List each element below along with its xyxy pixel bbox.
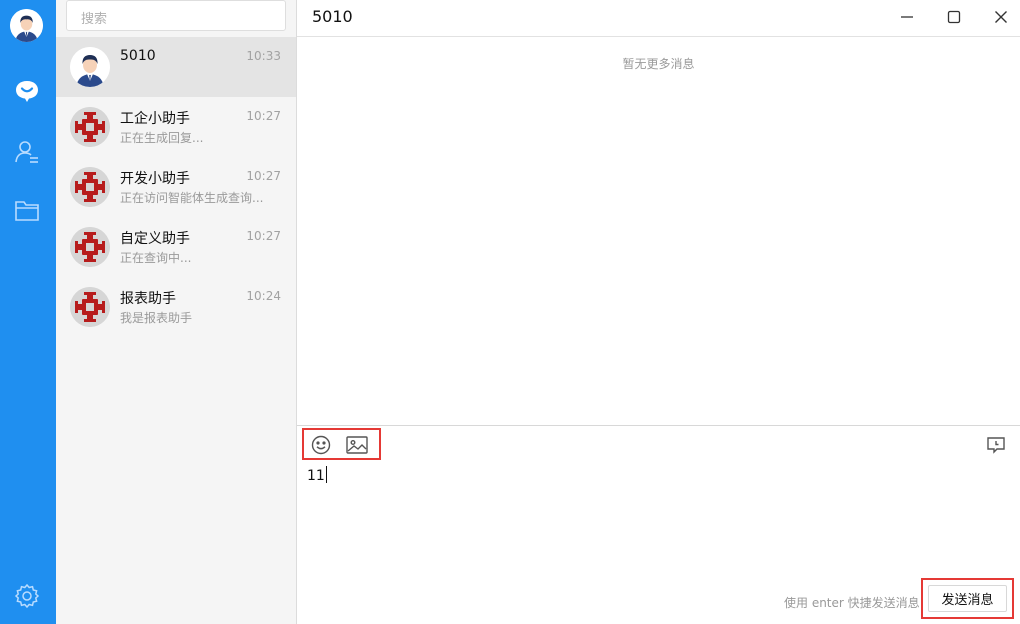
minimize-button[interactable] — [892, 4, 922, 30]
conversation-preview: 我是报表助手 — [120, 311, 193, 325]
image-icon[interactable] — [344, 434, 370, 456]
conversation-item-custom-assistant[interactable]: 自定义助手 正在查询中... 10:27 — [56, 217, 296, 277]
folder-icon[interactable] — [13, 196, 41, 224]
contacts-icon[interactable] — [13, 138, 41, 166]
close-button[interactable] — [986, 4, 1016, 30]
conversation-name: 报表助手 — [120, 291, 176, 307]
message-input[interactable]: 11 — [307, 466, 1007, 586]
conversation-time: 10:27 — [246, 229, 281, 243]
conversation-preview: 正在查询中... — [120, 251, 192, 265]
conversation-name: 5010 — [120, 48, 156, 64]
conversation-preview: 正在访问智能体生成查询... — [120, 191, 264, 205]
no-more-messages-label: 暂无更多消息 — [622, 57, 695, 71]
assistant-logo-icon — [70, 227, 110, 267]
conversation-preview: 正在生成回复... — [120, 131, 204, 145]
text-caret — [325, 466, 327, 483]
assistant-logo-icon — [70, 107, 110, 147]
assistant-logo-icon — [70, 167, 110, 207]
conversation-name: 自定义助手 — [120, 231, 190, 247]
left-navigation-rail — [0, 0, 56, 624]
conversation-time: 10:27 — [246, 109, 281, 123]
assistant-logo-icon — [70, 287, 110, 327]
message-area[interactable]: 暂无更多消息 — [297, 37, 1020, 425]
conversation-item-report-assistant[interactable]: 报表助手 我是报表助手 10:24 — [56, 277, 296, 337]
conversation-time: 10:24 — [246, 289, 281, 303]
conversation-name: 工企小助手 — [120, 111, 190, 127]
conversation-name: 开发小助手 — [120, 171, 190, 187]
maximize-button[interactable] — [939, 4, 969, 30]
send-shortcut-hint: 使用 enter 快捷发送消息 — [784, 596, 920, 610]
chat-panel: 5010 暂无更多消息 11 使用 enter 快捷发送消息 发送消息 — [297, 0, 1020, 624]
gear-icon[interactable] — [13, 582, 41, 610]
composer-toolbar-highlight — [302, 428, 381, 460]
message-composer: 11 使用 enter 快捷发送消息 发送消息 — [297, 425, 1020, 624]
conversation-item-5010[interactable]: 5010 10:33 — [56, 37, 296, 97]
conversation-item-gongqi-assistant[interactable]: 工企小助手 正在生成回复... 10:27 — [56, 97, 296, 157]
chat-bubble-icon[interactable] — [13, 77, 41, 105]
message-input-value: 11 — [307, 468, 325, 484]
search-placeholder: 搜索 — [81, 12, 108, 27]
emoji-icon[interactable] — [308, 434, 334, 456]
conversation-item-dev-assistant[interactable]: 开发小助手 正在访问智能体生成查询... 10:27 — [56, 157, 296, 217]
send-button-highlight: 发送消息 — [921, 578, 1014, 619]
conversation-list-panel: 搜索 5010 10:33 工企小助手 正在生成回复... 10:27 开发小助… — [56, 0, 297, 624]
chat-history-icon[interactable] — [983, 434, 1009, 456]
chat-app-window: 搜索 5010 10:33 工企小助手 正在生成回复... 10:27 开发小助… — [0, 0, 1020, 624]
conversation-list: 5010 10:33 工企小助手 正在生成回复... 10:27 开发小助手 正… — [56, 37, 296, 337]
chat-title: 5010 — [312, 7, 353, 26]
user-avatar — [70, 47, 110, 87]
send-message-button[interactable]: 发送消息 — [928, 585, 1007, 612]
my-avatar[interactable] — [10, 9, 43, 42]
chat-titlebar: 5010 — [297, 0, 1020, 37]
conversation-time: 10:33 — [246, 49, 281, 63]
search-input[interactable]: 搜索 — [66, 0, 286, 31]
conversation-time: 10:27 — [246, 169, 281, 183]
